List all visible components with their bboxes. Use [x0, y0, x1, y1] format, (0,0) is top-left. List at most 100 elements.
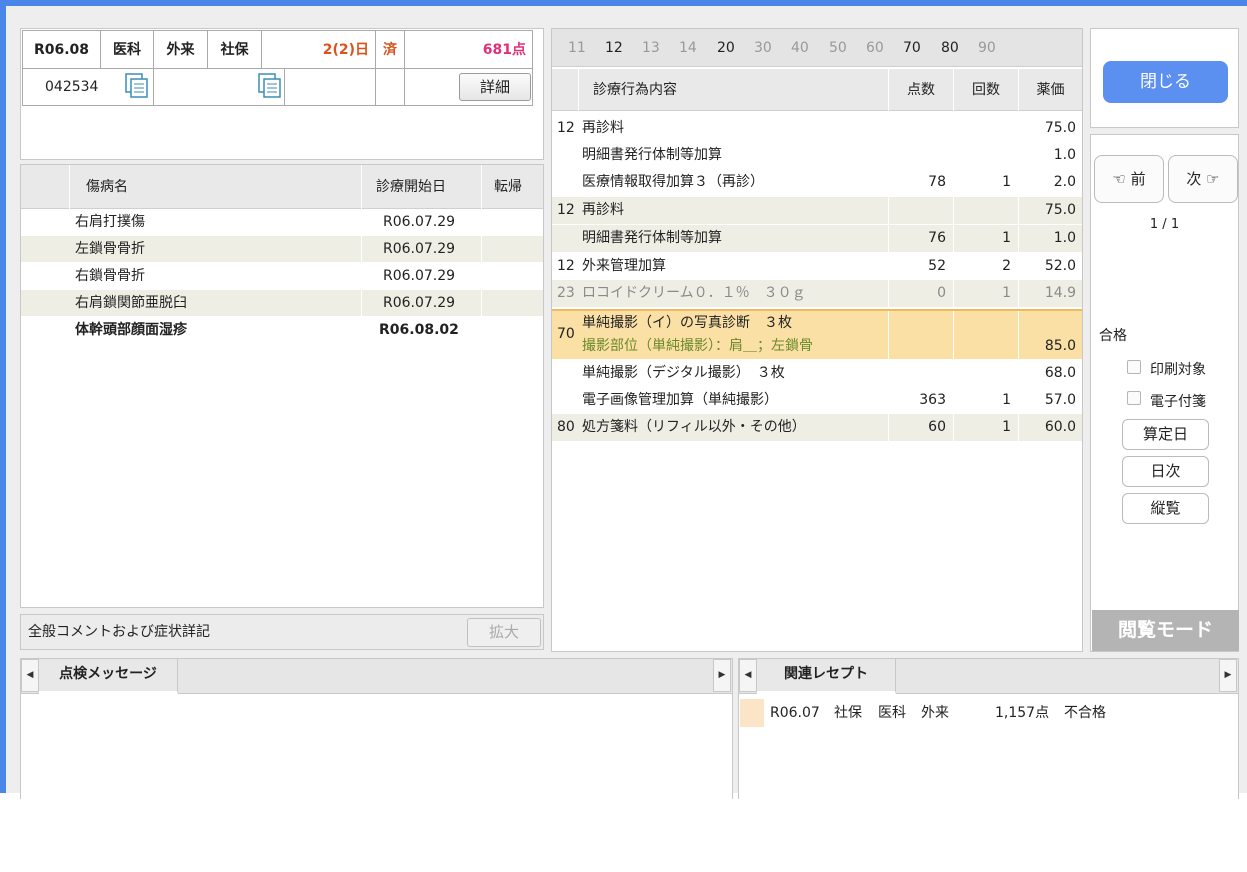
column-header-disease-name[interactable]: 傷病名 [69, 165, 361, 209]
scroll-right-arrow[interactable]: ▶ [1219, 659, 1237, 692]
row-points: 60 [928, 419, 946, 435]
code-tab-13[interactable]: 13 [642, 29, 660, 67]
header-date: R06.08 [23, 31, 101, 69]
comment-label: 全般コメントおよび症状詳記 [28, 624, 210, 640]
row-content: 単純撮影（イ）の写真診断 ３枚 [582, 315, 792, 331]
code-tab-14[interactable]: 14 [679, 29, 697, 67]
code-tab-60[interactable]: 60 [866, 29, 884, 67]
table-row[interactable]: 右鎖骨骨折 R06.07.29 [21, 263, 543, 289]
receipt-insurance: 社保 [834, 705, 862, 721]
disease-start-date: R06.08.02 [379, 322, 459, 338]
close-button[interactable]: 閉じる [1103, 61, 1228, 103]
table-row[interactable]: 12 再診料 75.0 [552, 197, 1082, 224]
row-content: 明細書発行体制等加算 [582, 147, 722, 163]
row-count: 1 [1002, 392, 1011, 408]
table-row[interactable]: 単純撮影（デジタル撮影） ３枚 68.0 [552, 360, 1082, 387]
row-price: 57.0 [1044, 392, 1076, 408]
code-tab-90[interactable]: 90 [978, 29, 996, 67]
row-count: 2 [1002, 258, 1011, 274]
column-divider [1018, 225, 1019, 252]
row-content: 明細書発行体制等加算 [582, 230, 722, 246]
table-row[interactable]: 12 再診料 75.0 [552, 115, 1082, 142]
table-row[interactable]: 体幹頭部顔面湿疹 R06.08.02 [21, 317, 543, 343]
table-row[interactable]: 23 ロコイドクリーム０．１％ ３０ｇ 0 1 14.9 [552, 280, 1082, 307]
prev-label: 前 [1130, 170, 1146, 188]
row-code: 12 [557, 258, 575, 274]
tab-related-receipts[interactable]: 関連レセプト [757, 659, 896, 694]
receipt-visit-type: 外来 [921, 705, 949, 721]
column-header-outcome[interactable]: 転帰 [481, 165, 543, 209]
row-code: 70 [557, 326, 575, 342]
column-header-start-date[interactable]: 診療開始日 [361, 165, 481, 209]
table-row[interactable]: 80 処方箋料（リフィル以外・その他） 60 1 60.0 [552, 414, 1082, 441]
prev-button[interactable]: ☜ 前 [1094, 155, 1164, 203]
vertical-view-button[interactable]: 縦覧 [1122, 493, 1209, 524]
disease-start-date: R06.07.29 [383, 241, 456, 257]
row-price: 14.9 [1044, 285, 1076, 301]
copy-document-icon[interactable] [125, 73, 149, 99]
scroll-left-arrow[interactable]: ◀ [21, 659, 39, 692]
expand-button[interactable]: 拡大 [467, 618, 541, 647]
column-header-price[interactable]: 薬価 [1018, 69, 1082, 111]
row-content: 再診料 [582, 120, 624, 136]
print-target-checkbox[interactable] [1127, 360, 1141, 374]
code-tab-12[interactable]: 12 [605, 29, 623, 67]
table-row[interactable]: 明細書発行体制等加算 1.0 [552, 142, 1082, 169]
row-points: 78 [928, 174, 946, 190]
table-row[interactable]: 明細書発行体制等加算 76 1 1.0 [552, 225, 1082, 252]
row-sub-content: 撮影部位（単純撮影）：肩＿；左鎖骨 [582, 338, 813, 354]
code-tab-11[interactable]: 11 [568, 29, 586, 67]
disease-start-date: R06.07.29 [383, 214, 456, 230]
code-tab-70[interactable]: 70 [903, 29, 921, 67]
pointing-right-icon: ☞ [1206, 170, 1220, 188]
daily-button[interactable]: 日次 [1122, 456, 1209, 487]
comment-bar: 全般コメントおよび症状詳記 拡大 [20, 614, 544, 650]
code-tab-40[interactable]: 40 [791, 29, 809, 67]
scroll-left-arrow[interactable]: ◀ [739, 659, 757, 692]
table-row[interactable]: 電子画像管理加算（単純撮影） 363 1 57.0 [552, 387, 1082, 414]
calc-date-button[interactable]: 算定日 [1122, 419, 1209, 450]
code-tab-50[interactable]: 50 [829, 29, 847, 67]
table-row[interactable]: 右肩鎖関節亜脱臼 R06.07.29 [21, 290, 543, 316]
electronic-tag-checkbox[interactable] [1127, 391, 1141, 405]
result-label: 合格 [1099, 328, 1127, 344]
row-count: 1 [1002, 285, 1011, 301]
code-tab-80[interactable]: 80 [941, 29, 959, 67]
row-code: 23 [557, 285, 575, 301]
header-days: 2(2)日 [262, 31, 376, 69]
copy-document-icon[interactable] [258, 73, 282, 99]
row-count: 1 [1002, 230, 1011, 246]
next-button[interactable]: 次 ☞ [1168, 155, 1238, 203]
receipt-points: 1,157点 [995, 705, 1050, 721]
row-price: 60.0 [1044, 419, 1076, 435]
row-content: 処方箋料（リフィル以外・その他） [582, 419, 806, 435]
scroll-right-arrow[interactable]: ▶ [713, 659, 731, 692]
column-header-points[interactable]: 点数 [888, 69, 953, 111]
code-tab-bar: 11 12 13 14 20 30 40 50 60 70 80 90 [552, 29, 1082, 67]
receipt-result: 不合格 [1064, 705, 1106, 721]
page-indicator: 1 / 1 [1149, 217, 1180, 232]
disease-name: 右鎖骨骨折 [75, 268, 145, 284]
table-row[interactable]: 医療情報取得加算３（再診） 78 1 2.0 [552, 169, 1082, 196]
header-dept: 医科 [101, 31, 154, 69]
treatment-table-header: 診療行為内容 点数 回数 薬価 [552, 69, 1082, 111]
row-price: 75.0 [1044, 202, 1076, 218]
table-row[interactable]: 右肩打撲傷 R06.07.29 [21, 209, 543, 235]
next-label: 次 [1186, 170, 1202, 188]
table-row[interactable]: 左鎖骨骨折 R06.07.29 [21, 236, 543, 262]
column-header-content[interactable]: 診療行為内容 [578, 69, 888, 111]
header-blank-cell-2 [285, 69, 376, 105]
tab-check-messages[interactable]: 点検メッセージ [39, 659, 178, 694]
receipt-header-panel: R06.08 医科 外来 社保 2(2)日 済 681点 042534 詳細 [20, 28, 544, 160]
detail-button[interactable]: 詳細 [459, 73, 531, 101]
table-row-selected[interactable]: 70 単純撮影（イ）の写真診断 ３枚 撮影部位（単純撮影）：肩＿；左鎖骨 85.… [552, 309, 1082, 359]
code-tab-30[interactable]: 30 [754, 29, 772, 67]
column-divider [361, 236, 362, 262]
column-header-count[interactable]: 回数 [953, 69, 1018, 111]
row-code: 12 [557, 202, 575, 218]
column-divider [888, 197, 889, 224]
related-receipt-row[interactable]: R06.07 社保 医科 外来 1,157点 不合格 [739, 699, 1238, 727]
table-row[interactable]: 12 外来管理加算 52 2 52.0 [552, 253, 1082, 280]
code-tab-20[interactable]: 20 [717, 29, 735, 67]
column-divider [1018, 280, 1019, 307]
